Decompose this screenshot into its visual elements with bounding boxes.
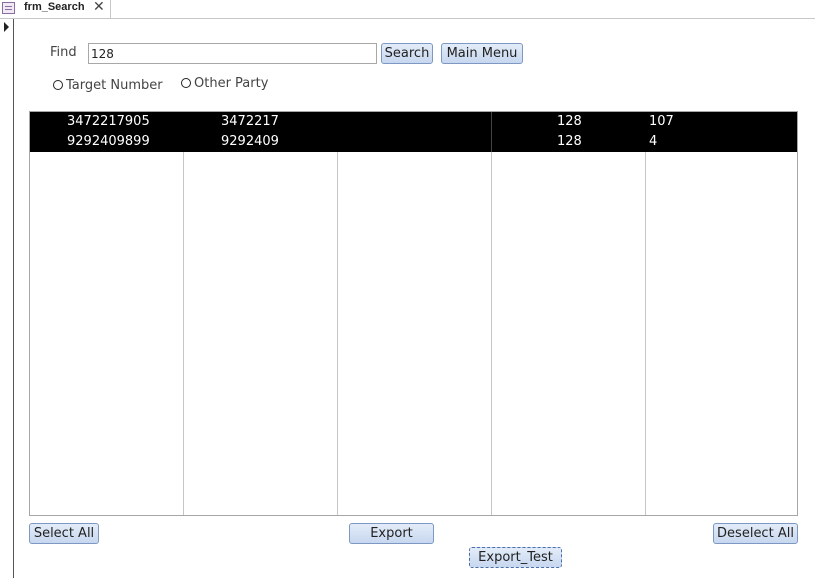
cell-search-value: 128: [557, 134, 582, 149]
tab-title: frm_Search: [24, 1, 85, 13]
cell-target-number: 9292409899: [67, 134, 150, 149]
export-test-button[interactable]: Export_Test: [469, 547, 562, 568]
radio-circle-icon: [53, 80, 63, 90]
search-button[interactable]: Search: [381, 43, 433, 64]
cell-search-value: 128: [557, 114, 582, 129]
radio-other-party-label: Other Party: [194, 76, 269, 91]
row-divider: [491, 112, 492, 132]
list-row[interactable]: 9292409899 9292409 128 4: [30, 132, 797, 152]
column-divider: [183, 112, 184, 515]
radio-circle-icon: [181, 78, 191, 88]
results-listbox[interactable]: 3472217905 3472217 128 107 9292409899 92…: [29, 111, 798, 516]
radio-other-party[interactable]: Other Party: [181, 76, 268, 91]
find-input[interactable]: [88, 43, 377, 64]
find-label: Find: [50, 45, 77, 60]
main-menu-button[interactable]: Main Menu: [441, 43, 523, 64]
radio-target-number[interactable]: Target Number: [53, 78, 163, 93]
document-tab-strip: frm_Search ✕: [0, 0, 815, 19]
cell-count: 107: [649, 114, 674, 129]
list-row[interactable]: 3472217905 3472217 128 107: [30, 112, 797, 132]
cell-number-short: 9292409: [221, 134, 279, 149]
deselect-all-button[interactable]: Deselect All: [713, 523, 798, 544]
current-record-arrow-icon: [4, 22, 9, 32]
cell-number-short: 3472217: [221, 114, 279, 129]
cell-count: 4: [649, 134, 658, 149]
record-selector-bar: [0, 19, 14, 578]
select-all-button[interactable]: Select All: [29, 523, 99, 544]
export-button[interactable]: Export: [349, 523, 434, 544]
form-icon: [2, 2, 15, 14]
tab-frm-search[interactable]: frm_Search ✕: [0, 0, 111, 18]
column-divider: [337, 112, 338, 515]
row-divider: [491, 132, 492, 152]
cell-target-number: 3472217905: [67, 114, 150, 129]
close-icon[interactable]: ✕: [93, 0, 105, 15]
radio-target-number-label: Target Number: [66, 78, 163, 93]
column-divider: [491, 112, 492, 515]
column-divider: [645, 112, 646, 515]
